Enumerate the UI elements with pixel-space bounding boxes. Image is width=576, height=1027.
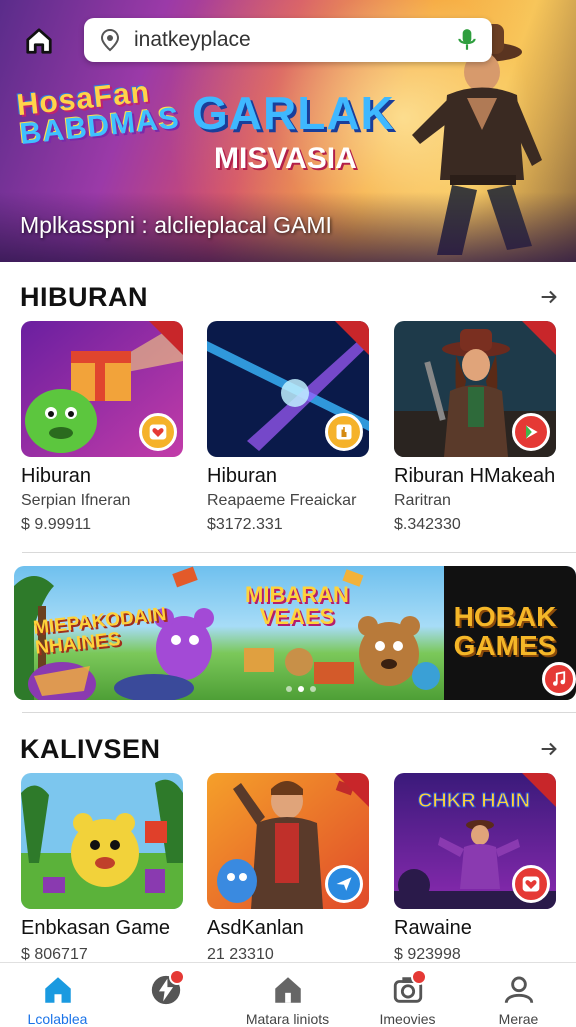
app-name: Enbkasan Game: [21, 917, 170, 939]
app-subtitle: Reapaeme Freaickar: [207, 492, 357, 509]
home-icon: [44, 977, 71, 1003]
house-icon: [274, 977, 301, 1003]
divider: [22, 552, 576, 553]
nav-item-home[interactable]: Lcolablea: [0, 973, 115, 1027]
app-badge: [139, 413, 177, 451]
hero-title: Mplkasspni : alclieplacal GAMI: [20, 212, 332, 238]
play-icon: [526, 425, 538, 439]
arrow-right-icon[interactable]: [538, 286, 560, 308]
corner-ribbon: [522, 773, 556, 807]
bottom-navigation: Lcolablea Matara liniots Imeovies Merae: [0, 962, 576, 1027]
corner-ribbon: [335, 773, 369, 807]
send-icon: [336, 877, 352, 891]
app-card[interactable]: Riburan HMakeah Raritran $.342330: [394, 321, 556, 534]
search-input[interactable]: [132, 27, 436, 53]
person-icon: [504, 976, 533, 1004]
app-price: $3172.331: [207, 516, 283, 533]
carousel-dots[interactable]: [286, 686, 316, 692]
carousel-dot[interactable]: [286, 686, 292, 692]
nav-label: Lcolablea: [27, 1011, 88, 1027]
app-card[interactable]: Hiburan Serpian Ifneran $ 9.99911: [21, 321, 183, 534]
notification-dot: [410, 969, 427, 985]
corner-ribbon: [149, 321, 183, 355]
app-thumbnail[interactable]: [394, 321, 556, 457]
app-badge: [512, 865, 550, 903]
hand-icon: [336, 424, 352, 440]
nav-label: Merae: [498, 1011, 539, 1027]
corner-ribbon: [335, 321, 369, 355]
nav-item-profile[interactable]: Merae: [461, 973, 576, 1027]
app-price: $ 9.99911: [21, 516, 91, 533]
app-thumbnail[interactable]: [207, 773, 369, 909]
nav-label: Matara liniots: [245, 1011, 330, 1027]
music-note-icon: [553, 671, 566, 686]
app-subtitle: Serpian Ifneran: [21, 492, 131, 509]
arrow-right-icon[interactable]: [538, 738, 560, 760]
app-name: Hiburan: [21, 465, 92, 487]
app-card[interactable]: CHKR HAIN Rawaine $ 923998: [394, 773, 556, 964]
app-thumbnail[interactable]: [21, 321, 183, 457]
svg-text:CHKR HAIN: CHKR HAIN: [418, 790, 530, 812]
promo-banner[interactable]: MIEPAKODAIN NHAINES MIBARAN VEAES HOBAK …: [14, 566, 576, 700]
nav-item-matara[interactable]: Matara liniots: [230, 973, 345, 1027]
hero-logo-main-line1: GARLAK: [192, 87, 395, 139]
app-thumbnail[interactable]: [207, 321, 369, 457]
heart-icon: [149, 424, 167, 440]
nav-item-movies[interactable]: Imeovies: [350, 969, 465, 1027]
app-card[interactable]: Enbkasan Game $ 806717: [21, 773, 183, 964]
app-name: AsdKanlan: [207, 917, 304, 939]
section-header-kalivsen: KALIVSEN: [20, 734, 560, 770]
home-button[interactable]: [22, 24, 56, 58]
app-badge: [512, 413, 550, 451]
app-badge: [325, 865, 363, 903]
app-name: Rawaine: [394, 917, 472, 939]
app-name: Hiburan: [207, 465, 278, 487]
music-badge: [542, 662, 576, 696]
app-card[interactable]: AsdKanlan 21 23310: [207, 773, 369, 964]
hero-logo-main: GARLAK MISVASIA: [192, 86, 395, 176]
mic-icon[interactable]: [454, 27, 480, 53]
home-icon: [26, 28, 52, 54]
app-thumbnail[interactable]: CHKR HAIN: [394, 773, 556, 909]
carousel-dot[interactable]: [310, 686, 316, 692]
promo-banner-right-text: HOBAK GAMES: [453, 601, 557, 662]
location-pin-icon: [100, 28, 120, 52]
promo-banner-middle-text: MIBARAN VEAES: [245, 582, 349, 629]
app-price: $.342330: [394, 516, 461, 533]
app-card[interactable]: Hiburan Reapaeme Freaickar $3172.331: [207, 321, 369, 534]
carousel-dot-active[interactable]: [298, 686, 304, 692]
section-title: HIBURAN: [20, 282, 148, 312]
nav-label: Imeovies: [379, 1011, 436, 1027]
app-name: Riburan HMakeah: [394, 465, 556, 487]
section-title: KALIVSEN: [20, 734, 161, 764]
corner-ribbon: [522, 321, 556, 355]
section-header-hiburan: HIBURAN: [20, 282, 560, 318]
game-art-thumbnail: [21, 773, 183, 909]
app-thumbnail[interactable]: [21, 773, 183, 909]
notification-dot: [168, 969, 185, 985]
hero-logo-main-line2: MISVASIA: [214, 142, 357, 175]
hero-banner[interactable]: HosaFan BABDMAS GARLAK MISVASIA Mplkassp…: [0, 0, 576, 262]
app-badge: [325, 413, 363, 451]
nav-item-lightning[interactable]: [108, 969, 223, 1011]
heart-icon: [522, 876, 540, 892]
search-bar[interactable]: [84, 18, 492, 62]
app-subtitle: Raritran: [394, 492, 451, 509]
divider: [22, 712, 576, 713]
